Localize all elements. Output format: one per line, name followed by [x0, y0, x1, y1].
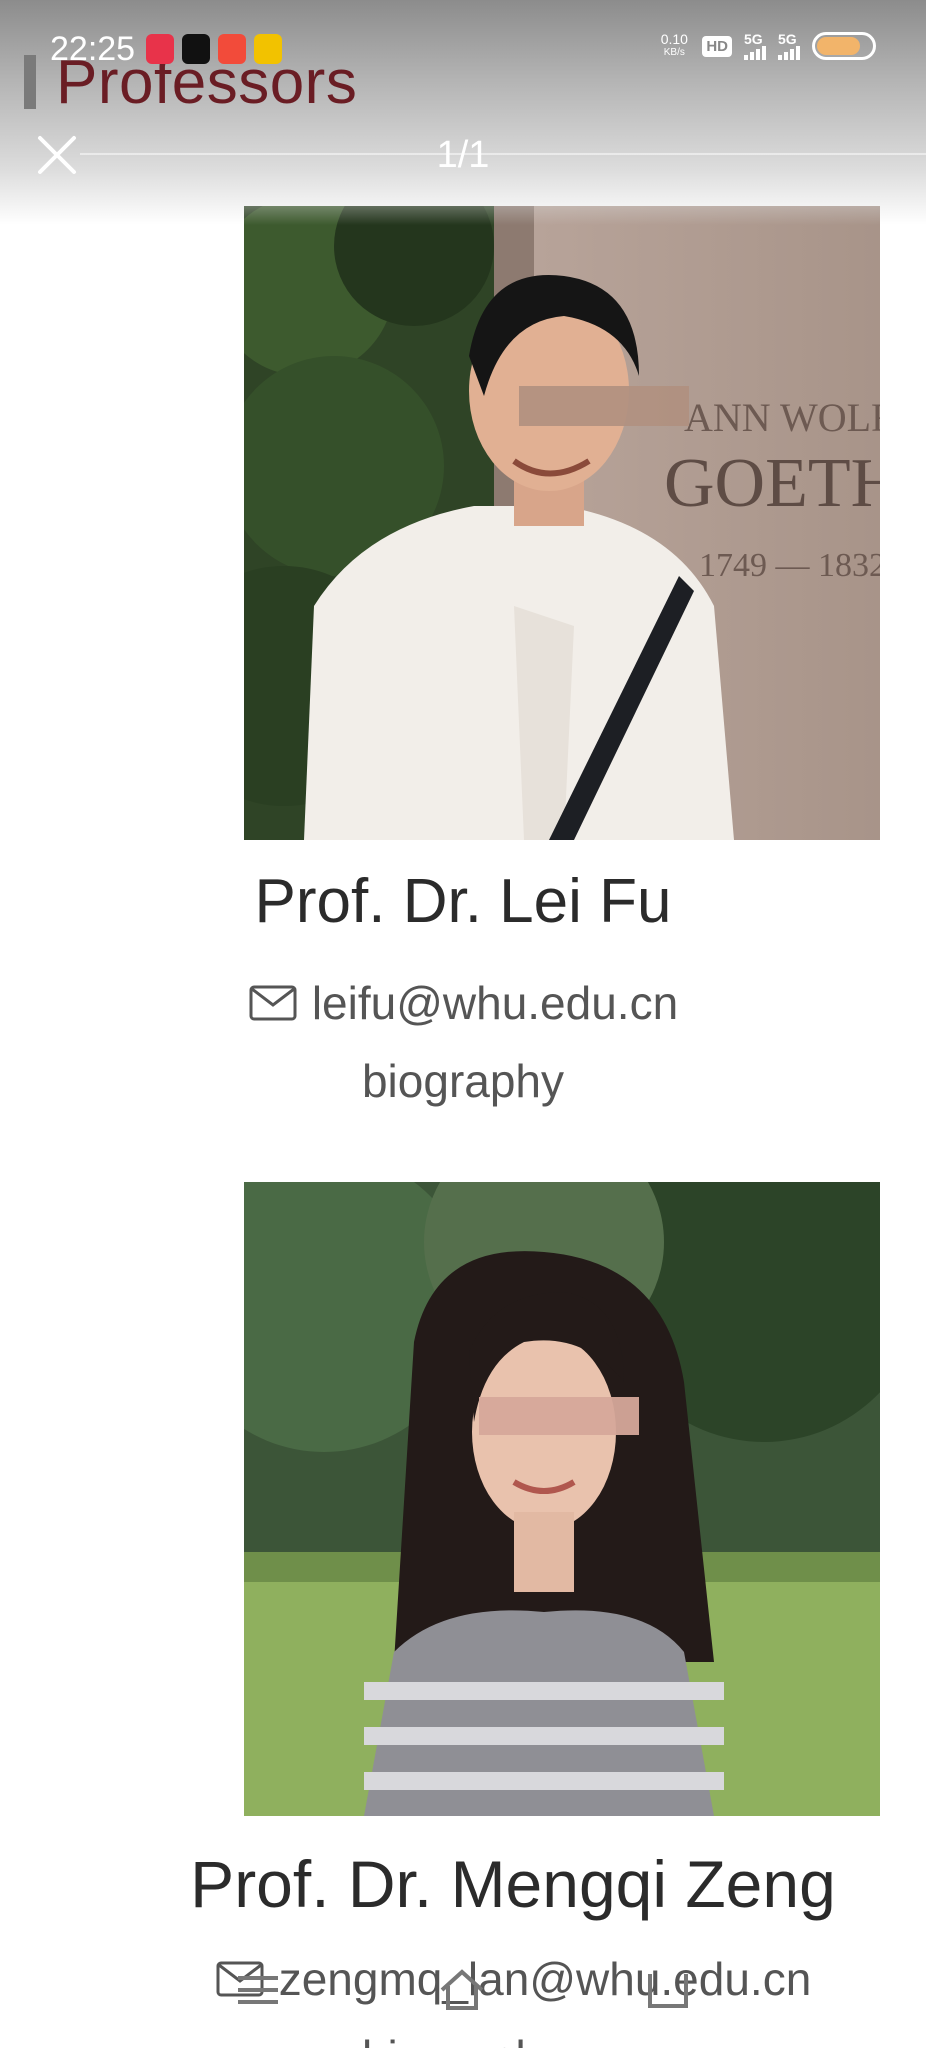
status-indicators: 0.10 KB/s HD 5G 5G: [658, 32, 876, 60]
signal-bars-icon: [778, 46, 800, 60]
professor-name: Prof. Dr. Mengqi Zeng: [190, 1847, 836, 1921]
news-app-icon: [254, 34, 282, 64]
page-counter: 1/1: [436, 134, 490, 176]
svg-text:ANN WOLFG: ANN WOLFG: [684, 395, 880, 440]
network-speed: 0.10 KB/s: [658, 32, 690, 60]
home-icon: [440, 1969, 484, 2010]
status-time: 22:25: [50, 30, 136, 68]
mail-icon: [248, 983, 298, 1023]
biography-link[interactable]: biography: [0, 1054, 926, 1108]
signal-1-label: 5G: [744, 31, 763, 47]
menu-icon: [238, 1976, 278, 2004]
status-bar: 22:25 0.10 KB/s HD 5G 5G: [0, 0, 926, 100]
signal-bars-icon: [744, 46, 766, 60]
network-speed-value: 0.10: [660, 31, 688, 47]
svg-text:1749 — 1832: 1749 — 1832: [699, 547, 880, 584]
email-link[interactable]: leifu@whu.edu.cn: [0, 976, 926, 1030]
image-viewer-bar: 1/1: [0, 120, 926, 194]
email-address: leifu@whu.edu.cn: [311, 977, 679, 1029]
shopping-app-icon: [218, 34, 246, 64]
home-button[interactable]: [432, 1960, 492, 2020]
signal-1: 5G: [744, 32, 766, 60]
menu-button[interactable]: [228, 1960, 288, 2020]
tiktok-app-icon: [182, 34, 210, 64]
hd-badge: HD: [702, 35, 732, 57]
signal-2: 5G: [778, 32, 800, 60]
svg-text:GOETHE: GOETHE: [664, 445, 880, 522]
notification-app-icons: [146, 34, 282, 64]
battery-icon: [812, 32, 876, 60]
bilibili-app-icon: [146, 34, 174, 64]
back-icon: [648, 1974, 688, 2008]
professor-name: Prof. Dr. Lei Fu: [254, 867, 672, 936]
network-speed-unit: KB/s: [663, 47, 685, 58]
battery-level: [817, 37, 861, 55]
portrait-photo[interactable]: [244, 1182, 880, 1816]
portrait-photo[interactable]: ANN WOLFG GOETHE 1749 — 1832: [244, 206, 880, 840]
signal-2-label: 5G: [778, 31, 797, 47]
system-navigation-bar: [0, 1960, 926, 2030]
biography-link[interactable]: biography: [0, 2030, 926, 2048]
back-button[interactable]: [638, 1960, 698, 2020]
